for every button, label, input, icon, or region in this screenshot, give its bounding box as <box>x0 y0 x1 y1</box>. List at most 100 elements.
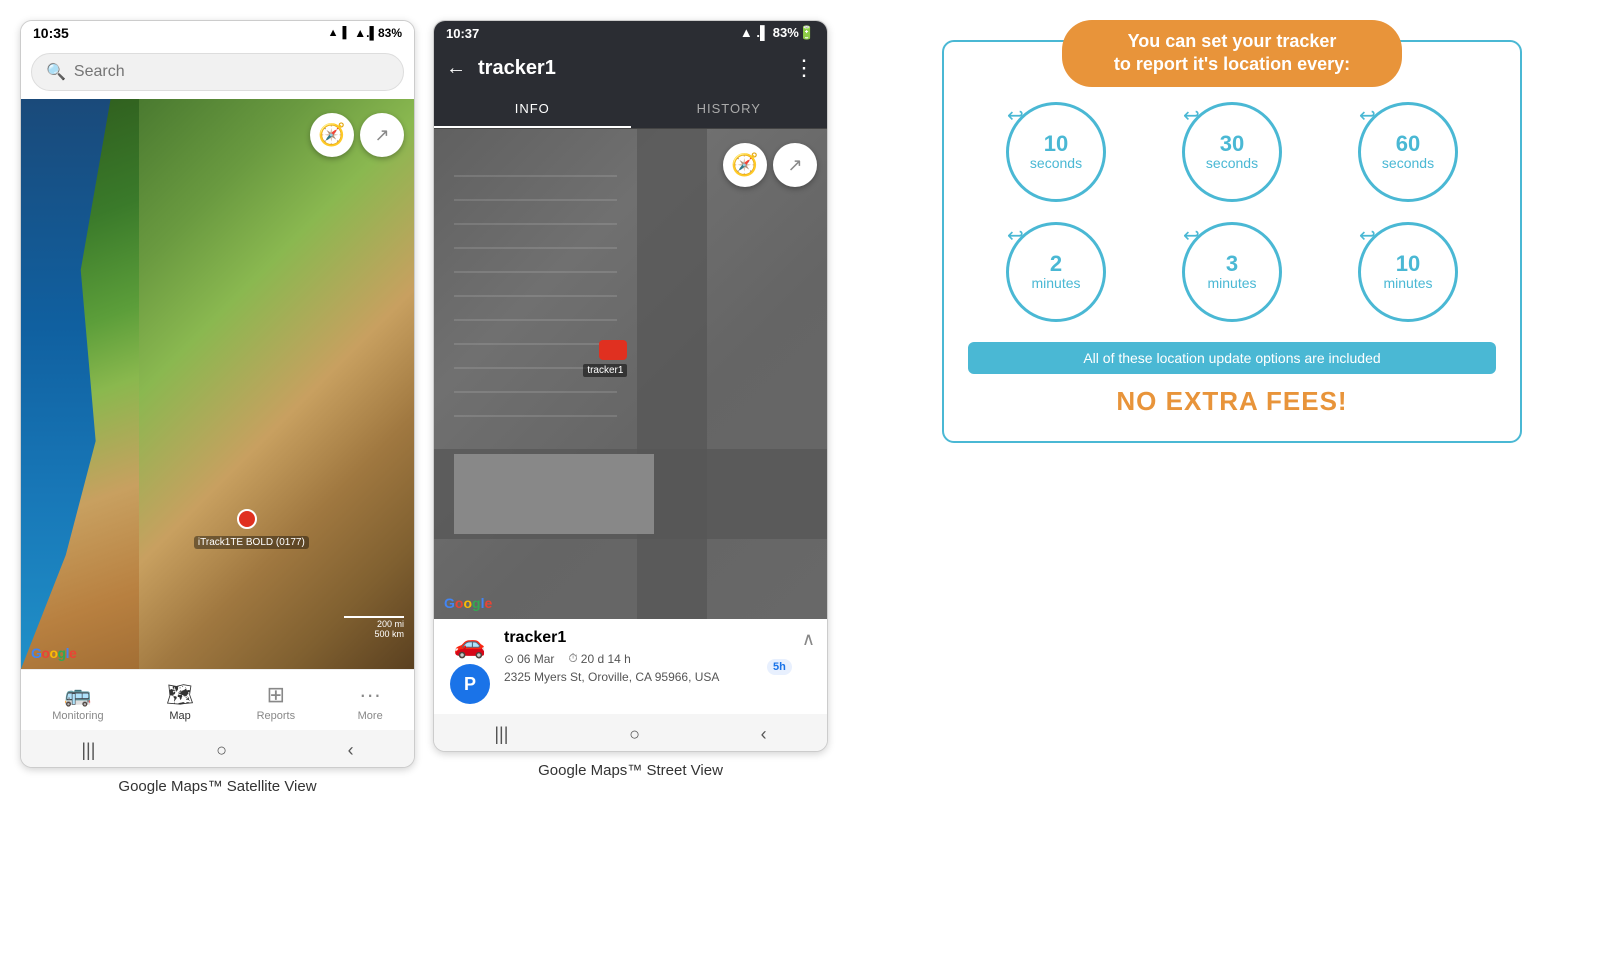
circle-10s: ↩ 10 seconds <box>1006 102 1106 202</box>
nav-more-label: More <box>358 710 383 722</box>
timer-icon: ⏱ <box>568 651 577 666</box>
sg-g: G <box>444 595 455 611</box>
more-icon: ··· <box>359 682 381 708</box>
title-line2: to report it's location every: <box>1114 54 1350 74</box>
phone1-time: 10:35 <box>33 25 69 41</box>
circle-2m-unit: minutes <box>1031 275 1080 291</box>
phone2-status-bar: 10:37 ▲ .▌ 83%🔋 <box>434 21 827 45</box>
right-panel: You can set your tracker to report it's … <box>838 0 1616 463</box>
phone2-signal: ▲ .▌ 83%🔋 <box>740 25 815 40</box>
no-extra-fees: NO EXTRA FEES! <box>968 386 1496 417</box>
circle-3m-value: 3 <box>1226 253 1238 275</box>
tab-history-label: HISTORY <box>697 101 761 116</box>
phone1-search-area: 🔍 <box>21 45 414 99</box>
satellite-map[interactable]: 🧭 ↗ iTrack1TE BOLD (0177) Google 200 mi … <box>21 99 414 669</box>
arrow-icon-4: ↩ <box>1007 223 1024 248</box>
google-e: e <box>69 645 76 661</box>
tracker-address: 2325 Myers St, Oroville, CA 95966, USA <box>504 670 757 684</box>
tracker-letter-icon: P <box>450 664 490 704</box>
arrow-icon-6: ↩ <box>1359 223 1376 248</box>
street-tracker-label: tracker1 <box>583 364 627 377</box>
circle-60s-unit: seconds <box>1382 155 1434 171</box>
circle-10m-unit: minutes <box>1383 275 1432 291</box>
street-google-logo: Google <box>444 595 492 611</box>
sys-menu-icon[interactable]: ||| <box>81 740 95 761</box>
interval-circles-row1: ↩ 10 seconds ↩ 30 seconds ↩ 60 seconds <box>968 102 1496 202</box>
nav-monitoring[interactable]: 🚌 Monitoring <box>44 678 111 726</box>
circle-30s: ↩ 30 seconds <box>1182 102 1282 202</box>
phone1-status-bar: 10:35 ▲ ▌ ▲.▌83% <box>21 21 414 45</box>
title-line1: You can set your tracker <box>1128 31 1337 51</box>
circle-10s-unit: seconds <box>1030 155 1082 171</box>
map-scale: 200 mi 500 km <box>344 616 404 639</box>
phone2-sys-home-icon[interactable]: ○ <box>629 724 640 745</box>
nav-reports[interactable]: ⊞ Reports <box>249 678 304 726</box>
circle-10m-value: 10 <box>1396 253 1420 275</box>
clock-icon: ⊙ <box>504 652 514 666</box>
back-button[interactable]: ← <box>446 57 466 80</box>
circle-10m: ↩ 10 minutes <box>1358 222 1458 322</box>
phone2-sys-back-icon[interactable]: ‹ <box>761 724 767 745</box>
parking-lines <box>454 159 617 439</box>
street-map[interactable]: tracker1 🧭 ↗ Google <box>434 129 827 619</box>
tracker-name-header: tracker1 <box>478 57 781 80</box>
phone1-signal-icon: ▲ <box>328 27 339 39</box>
tracker-info-meta: ⊙ 06 Mar ⏱ 20 d 14 h <box>504 651 757 666</box>
land-area <box>139 99 414 669</box>
phone1-battery-text: ▲.▌83% <box>354 26 402 40</box>
tracker-info-card: 🚗 P tracker1 ⊙ 06 Mar ⏱ 20 d 14 h <box>434 619 827 714</box>
sg-g2: g <box>472 595 481 611</box>
nav-more[interactable]: ··· More <box>350 678 391 726</box>
circle-60s-value: 60 <box>1396 133 1420 155</box>
vertical-road <box>637 129 707 619</box>
meta-duration: ⏱ 20 d 14 h <box>568 651 630 666</box>
phone2-sys-menu-icon[interactable]: ||| <box>494 724 508 745</box>
phone2-time: 10:37 <box>446 26 479 41</box>
arrow-icon-1: ↩ <box>1007 103 1024 128</box>
more-options-button[interactable]: ⋮ <box>793 55 815 81</box>
sg-e: e <box>484 595 492 611</box>
nav-map-label: Map <box>169 710 190 722</box>
tab-info[interactable]: INFO <box>434 91 631 128</box>
search-input[interactable] <box>74 63 389 81</box>
monitoring-icon: 🚌 <box>64 682 91 708</box>
sys-back-icon[interactable]: ‹ <box>348 740 354 761</box>
tab-info-label: INFO <box>515 101 550 116</box>
google-g2: g <box>58 645 66 661</box>
phone2-tabs: INFO HISTORY <box>434 91 827 129</box>
phone2-header: ← tracker1 ⋮ <box>434 45 827 91</box>
car-pin-street <box>599 340 627 360</box>
circle-2m: ↩ 2 minutes <box>1006 222 1106 322</box>
google-o2: o <box>49 645 57 661</box>
street-compass-button[interactable]: 🧭 <box>723 143 767 187</box>
tab-history[interactable]: HISTORY <box>631 91 828 128</box>
no-fee-banner: All of these location update options are… <box>968 342 1496 374</box>
phone1-caption: Google Maps™ Satellite View <box>118 778 316 795</box>
card-expand-button[interactable]: ∧ <box>802 629 815 650</box>
circle-3m: ↩ 3 minutes <box>1182 222 1282 322</box>
street-nav-button[interactable]: ↗ <box>773 143 817 187</box>
phone1-frame: 10:35 ▲ ▌ ▲.▌83% 🔍 🧭 ↗ <box>20 20 415 768</box>
google-logo: Google <box>31 645 76 661</box>
phone2-street: 10:37 ▲ .▌ 83%🔋 ← tracker1 ⋮ INFO HISTOR… <box>433 20 828 795</box>
phone2-status-icons: ▲ .▌ 83%🔋 <box>740 25 815 41</box>
circle-10s-value: 10 <box>1044 133 1068 155</box>
scale-mi: 200 mi <box>344 619 404 629</box>
nav-map[interactable]: 🗺 Map <box>158 678 202 726</box>
phone2-caption: Google Maps™ Street View <box>538 762 723 779</box>
sg-o2: o <box>463 595 472 611</box>
phone1-search-bar[interactable]: 🔍 <box>31 53 404 91</box>
scale-line <box>344 616 404 618</box>
search-icon: 🔍 <box>46 62 66 82</box>
map-icon: 🗺 <box>166 682 194 708</box>
compass-button[interactable]: 🧭 <box>310 113 354 157</box>
circle-2m-value: 2 <box>1050 253 1062 275</box>
arrow-icon-3: ↩ <box>1359 103 1376 128</box>
phone1-satellite: 10:35 ▲ ▌ ▲.▌83% 🔍 🧭 ↗ <box>20 20 415 795</box>
bottom-nav: 🚌 Monitoring 🗺 Map ⊞ Reports ··· More <box>21 669 414 730</box>
circle-30s-value: 30 <box>1220 133 1244 155</box>
system-navbar: ||| ○ ‹ <box>21 730 414 767</box>
sys-home-icon[interactable]: ○ <box>216 740 227 761</box>
google-g: G <box>31 645 41 661</box>
navigation-button[interactable]: ↗ <box>360 113 404 157</box>
